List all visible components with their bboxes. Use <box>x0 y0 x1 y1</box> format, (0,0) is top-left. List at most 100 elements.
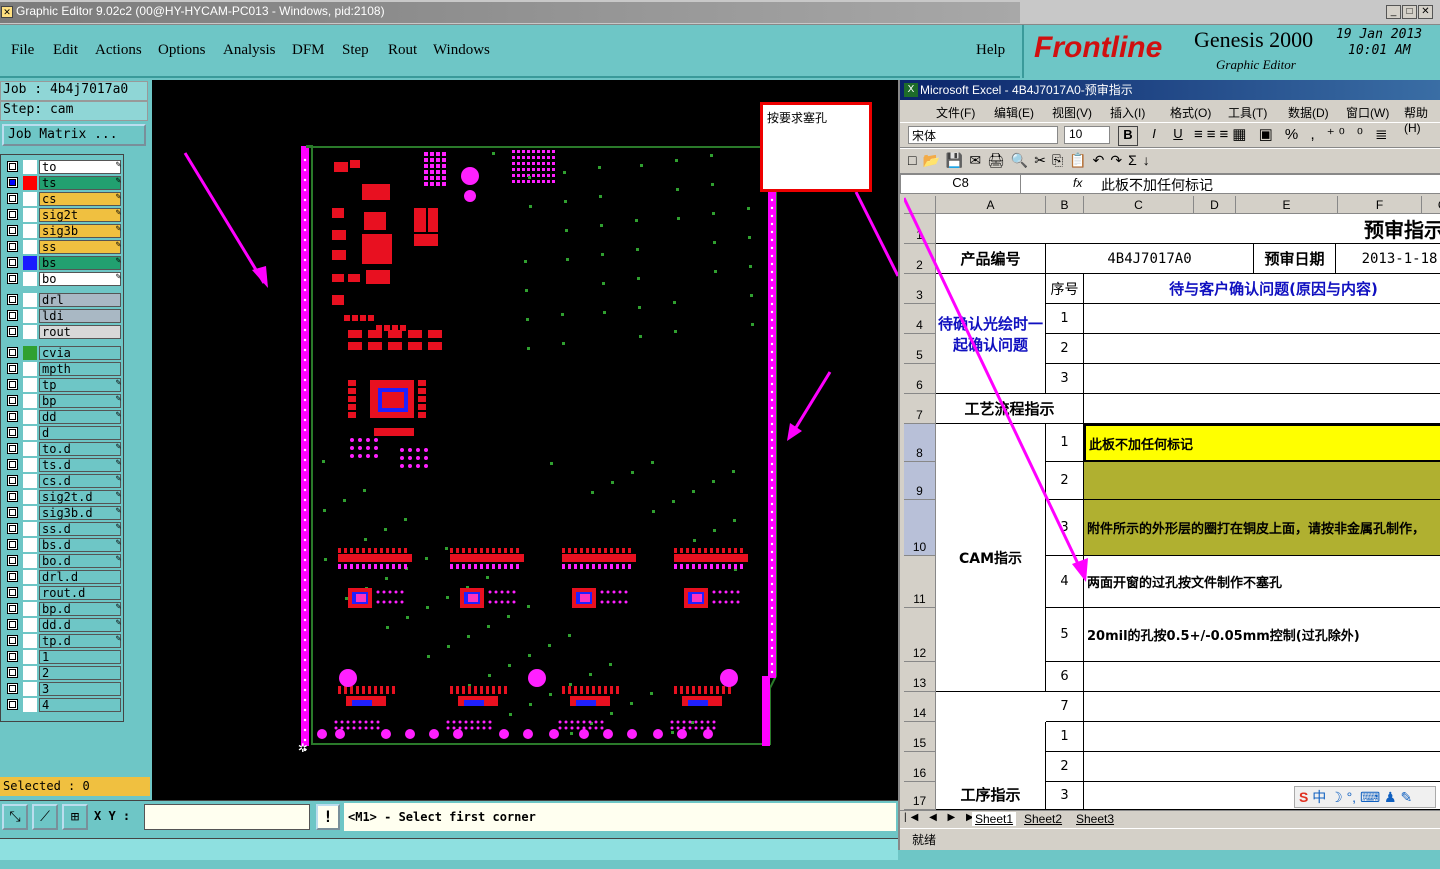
seq-header-cell[interactable]: 序号 <box>1046 274 1084 304</box>
issue-header-cell[interactable]: 待与客户确认问题(原因与内容) <box>1084 274 1440 304</box>
layer-checkbox[interactable] <box>7 443 18 454</box>
process-cell[interactable] <box>1084 394 1440 424</box>
layer-name[interactable]: cvia <box>39 346 121 360</box>
date-label-cell[interactable]: 预审日期 <box>1254 244 1336 274</box>
layer-checkbox[interactable] <box>7 539 18 550</box>
layer-color-swatch[interactable] <box>23 293 37 307</box>
excel-menu-item[interactable]: 插入(I) <box>1110 104 1145 121</box>
font-select[interactable]: 宋体 <box>908 126 1058 144</box>
menu-help[interactable]: Help <box>976 42 1005 59</box>
close-button[interactable]: ✕ <box>1418 5 1433 19</box>
layer-row-mpth[interactable]: mpth <box>3 361 123 377</box>
seq-cell[interactable]: 2 <box>1046 752 1084 782</box>
layer-name[interactable]: ts.d <box>39 458 121 472</box>
row-header[interactable]: 9 <box>904 462 936 500</box>
row-header[interactable]: 12 <box>904 608 936 662</box>
layer-row-cvia[interactable]: cvia <box>3 345 123 361</box>
layer-checkbox[interactable] <box>7 603 18 614</box>
menu-step[interactable]: Step <box>342 42 369 59</box>
row-header[interactable]: 13 <box>904 662 936 692</box>
excel-menu-item[interactable]: 编辑(E) <box>994 104 1034 121</box>
layer-color-swatch[interactable] <box>23 586 37 600</box>
cam-item-cell[interactable]: 此板不加任何标记 <box>1084 424 1440 462</box>
layer-name[interactable]: rout.d <box>39 586 121 600</box>
row-header[interactable]: 3 <box>904 274 936 304</box>
excel-menu-item[interactable]: 文件(F) <box>936 104 975 121</box>
layer-row-bp[interactable]: bp ✎ <box>3 393 123 409</box>
spreadsheet-grid[interactable]: ABCDEFG1234567891011121314151617预审指示产品编号… <box>904 196 1440 810</box>
layer-row-rout[interactable]: rout <box>3 324 123 340</box>
column-header[interactable]: A <box>936 196 1046 214</box>
layer-color-swatch[interactable] <box>23 208 37 222</box>
seq-cell[interactable]: 7 <box>1046 692 1084 722</box>
layer-color-swatch[interactable] <box>23 458 37 472</box>
layer-checkbox[interactable] <box>7 491 18 502</box>
layer-color-swatch[interactable] <box>23 256 37 270</box>
column-header[interactable]: E <box>1236 196 1338 214</box>
layer-color-swatch[interactable] <box>23 346 37 360</box>
layer-checkbox[interactable] <box>7 161 18 172</box>
column-header[interactable]: B <box>1046 196 1084 214</box>
layer-row-bp-d[interactable]: bp.d ✎ <box>3 601 123 617</box>
layer-checkbox[interactable] <box>7 475 18 486</box>
layer-color-swatch[interactable] <box>23 394 37 408</box>
layer-checkbox[interactable] <box>7 363 18 374</box>
excel-menu-item[interactable]: 格式(O) <box>1170 104 1211 121</box>
layer-checkbox[interactable] <box>7 379 18 390</box>
layer-row-tp-d[interactable]: tp.d ✎ <box>3 633 123 649</box>
seq-cell[interactable]: 6 <box>1046 662 1084 692</box>
row-header[interactable]: 11 <box>904 556 936 608</box>
layer-row-to[interactable]: to ✎ <box>3 159 123 175</box>
layer-checkbox[interactable] <box>7 241 18 252</box>
row-header[interactable]: 6 <box>904 364 936 394</box>
layer-name[interactable]: cs.d <box>39 474 121 488</box>
seq-cell[interactable]: 2 <box>1046 334 1084 364</box>
step-label-cell[interactable]: 工序指示 <box>936 722 1046 810</box>
excel-menu-item[interactable]: 数据(D) <box>1288 104 1329 121</box>
size-select[interactable]: 10 <box>1064 126 1110 144</box>
layer-color-swatch[interactable] <box>23 618 37 632</box>
layer-name[interactable]: ss.d <box>39 522 121 536</box>
excel-menu-item[interactable]: 视图(V) <box>1052 104 1092 121</box>
layer-name[interactable]: ldi <box>39 309 121 323</box>
column-header[interactable]: G <box>1422 196 1440 214</box>
align-icons[interactable]: ≡≡≡▦ ▣ % , ⁺⁰ ⁰ ≣ <box>1194 125 1392 143</box>
row-header[interactable]: 8 <box>904 424 936 462</box>
layer-row-dd[interactable]: dd ✎ <box>3 409 123 425</box>
layer-row-sig2t[interactable]: sig2t ✎ <box>3 207 123 223</box>
bold-button[interactable]: B <box>1118 126 1138 146</box>
layer-name[interactable]: 3 <box>39 682 121 696</box>
layer-name[interactable]: bo <box>39 272 121 286</box>
alert-icon[interactable]: ! <box>316 804 340 830</box>
issue-cell[interactable] <box>1084 364 1440 394</box>
layer-name[interactable]: 4 <box>39 698 121 712</box>
tab-sheet1[interactable]: Sheet1 <box>972 812 1017 826</box>
row-header[interactable]: 1 <box>904 214 936 244</box>
seq-cell[interactable]: 3 <box>1046 782 1084 810</box>
layer-checkbox[interactable] <box>7 294 18 305</box>
layer-name[interactable]: ss <box>39 240 121 254</box>
issue-cell[interactable] <box>1084 334 1440 364</box>
row-header[interactable]: 2 <box>904 244 936 274</box>
layer-row-sig3b-d[interactable]: sig3b.d ✎ <box>3 505 123 521</box>
title-cell[interactable]: 预审指示 <box>936 214 1440 244</box>
row-header[interactable]: 17 <box>904 782 936 810</box>
layer-color-swatch[interactable] <box>23 554 37 568</box>
layer-name[interactable]: cs <box>39 192 121 206</box>
row-header[interactable]: 10 <box>904 500 936 556</box>
layer-name[interactable]: bs.d <box>39 538 121 552</box>
layer-color-swatch[interactable] <box>23 634 37 648</box>
layer-checkbox[interactable] <box>7 571 18 582</box>
menu-file[interactable]: File <box>11 42 34 59</box>
layer-name[interactable]: dd.d <box>39 618 121 632</box>
layer-color-swatch[interactable] <box>23 426 37 440</box>
layer-color-swatch[interactable] <box>23 570 37 584</box>
layer-color-swatch[interactable] <box>23 192 37 206</box>
layer-row-bs[interactable]: bs ✎ <box>3 255 123 271</box>
ime-toolbar[interactable]: S 中 ☽ °, ⌨ ♟ ✎ <box>1294 786 1436 808</box>
layer-row-rout-d[interactable]: rout.d <box>3 585 123 601</box>
product-label-cell[interactable]: 产品编号 <box>936 244 1046 274</box>
layer-name[interactable]: d <box>39 426 121 440</box>
layer-checkbox[interactable] <box>7 683 18 694</box>
layer-checkbox[interactable] <box>7 699 18 710</box>
